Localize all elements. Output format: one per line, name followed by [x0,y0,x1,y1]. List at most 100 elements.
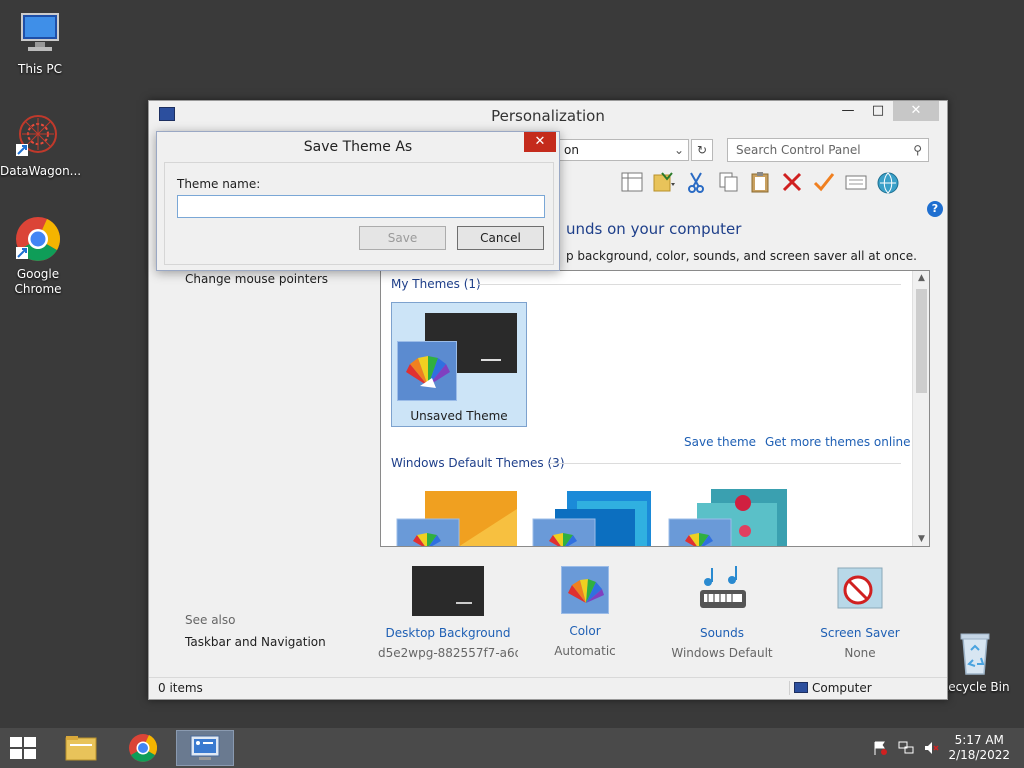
minimize-button[interactable]: — [833,101,863,121]
section-divider [549,463,901,464]
recycle-bin-icon [951,630,999,676]
theme-item-unsaved[interactable]: Unsaved Theme [391,302,527,427]
address-text: on [564,143,579,157]
clock-time: 5:17 AM [954,733,1004,747]
dialog-close-button[interactable]: ✕ [524,132,556,152]
sounds-setting[interactable]: Sounds Windows Default [652,566,792,660]
screen-saver-setting[interactable]: Screen Saver None [790,566,930,660]
address-bar[interactable]: on ⌄ [559,139,689,161]
themes-list: My Themes (1) Unsaved Theme Save theme G… [380,270,930,547]
desktop-icon-label: Recycle Bin [940,680,1010,694]
help-icon[interactable]: ? [927,201,943,217]
globe-icon[interactable] [875,169,901,195]
item-count: 0 items [158,681,203,695]
theme-name: Unsaved Theme [410,409,508,423]
delete-icon[interactable] [779,169,805,195]
checkmark-icon[interactable] [811,169,837,195]
taskbar-file-explorer[interactable] [52,730,110,766]
title-bar[interactable]: Personalization — □ ✕ [149,101,947,131]
toolbar [619,169,901,197]
sounds-label: Sounds [699,626,745,640]
start-button[interactable] [10,737,38,761]
desktop-icon-recycle-bin[interactable]: Recycle Bin [937,630,1013,695]
computer-icon [16,10,64,58]
sounds-icon [686,566,758,616]
desktop-icon-chrome[interactable]: Google Chrome [0,215,76,297]
windows-default-themes-label: Windows Default Themes (3) [391,456,565,470]
status-bar: 0 items Computer [149,677,947,699]
cut-icon[interactable] [683,169,709,195]
theme-thumbnail-windows[interactable] [395,489,520,546]
chrome-icon [14,215,62,263]
color-label: Color [569,624,601,638]
desktop-background-preview [412,566,484,616]
maximize-button[interactable]: □ [863,101,893,121]
folder-properties-icon[interactable] [651,169,677,195]
taskbar-chrome[interactable] [114,730,172,766]
dialog-title-bar[interactable]: Save Theme As ✕ [157,132,559,162]
page-heading: unds on your computer [566,220,742,238]
status-location-label: Computer [812,681,872,695]
search-placeholder: Search Control Panel [736,143,861,157]
see-also-label: See also [185,613,236,627]
layout-icon[interactable] [619,169,645,195]
close-button[interactable]: ✕ [893,101,939,121]
screen-saver-label: Screen Saver [820,626,900,640]
control-panel-icon [190,735,220,760]
color-fan-icon [397,341,457,401]
theme-thumbnail-flowers[interactable] [667,489,792,546]
taskbar-control-panel[interactable] [176,730,234,766]
system-tray [872,741,940,755]
section-divider [477,284,901,285]
sounds-value: Windows Default [671,646,773,660]
dialog-body: Theme name: Save Cancel [164,162,554,265]
clock[interactable]: 5:17 AM 2/18/2022 [948,733,1010,763]
color-value: Automatic [554,644,616,658]
properties-icon[interactable] [843,169,869,195]
screen-saver-icon [824,566,896,616]
theme-thumbnail-lines[interactable] [531,489,656,546]
color-setting[interactable]: Color Automatic [515,566,655,658]
save-theme-link[interactable]: Save theme [684,435,756,449]
save-theme-dialog: Save Theme As ✕ Theme name: Save Cancel [156,131,560,271]
folder-icon [65,736,97,761]
theme-name-label: Theme name: [177,177,261,191]
page-subheading: p background, color, sounds, and screen … [566,249,917,263]
desktop-background-label: Desktop Background [385,626,511,640]
scroll-down-icon[interactable]: ▼ [913,534,929,544]
desktop-icon-label: DataWagon... [0,164,82,178]
desktop-icon-datawagon[interactable]: DataWagon... [0,112,82,179]
status-location: Computer [789,681,872,695]
desktop-background-value: d5e2wpg-882557f7-a6d... [378,646,518,660]
clock-date: 2/18/2022 [948,748,1010,762]
cancel-button[interactable]: Cancel [457,226,544,250]
computer-icon [794,682,808,693]
action-center-flag-icon[interactable] [872,741,888,755]
scrollbar-thumb[interactable] [916,289,927,393]
theme-name-input[interactable] [177,195,545,218]
chrome-icon [129,734,158,762]
themes-scrollbar[interactable]: ▲ ▼ [912,271,929,546]
get-more-themes-link[interactable]: Get more themes online [765,435,911,449]
copy-icon[interactable] [715,169,741,195]
search-input[interactable]: Search Control Panel ⚲ [727,138,929,162]
color-fan-icon [561,566,609,614]
desktop-icon-this-pc[interactable]: This PC [2,10,78,77]
taskbar-navigation-link[interactable]: Taskbar and Navigation [185,635,326,649]
dialog-title: Save Theme As [303,139,413,155]
desktop-background-setting[interactable]: Desktop Background d5e2wpg-882557f7-a6d.… [378,566,518,660]
screen-saver-value: None [844,646,876,660]
refresh-button[interactable]: ↻ [691,139,713,161]
desktop-icon-label: Google Chrome [14,267,62,296]
save-button[interactable]: Save [359,226,446,250]
chevron-down-icon[interactable]: ⌄ [674,140,684,160]
my-themes-label: My Themes (1) [391,277,481,291]
scroll-up-icon[interactable]: ▲ [913,273,929,283]
taskbar: 5:17 AM 2/18/2022 [0,728,1024,768]
network-icon[interactable] [898,741,914,755]
volume-muted-icon[interactable] [924,741,940,755]
window-title: Personalization [491,107,605,125]
paste-icon[interactable] [747,169,773,195]
search-icon: ⚲ [913,143,922,157]
change-mouse-pointers-link[interactable]: Change mouse pointers [185,272,328,286]
